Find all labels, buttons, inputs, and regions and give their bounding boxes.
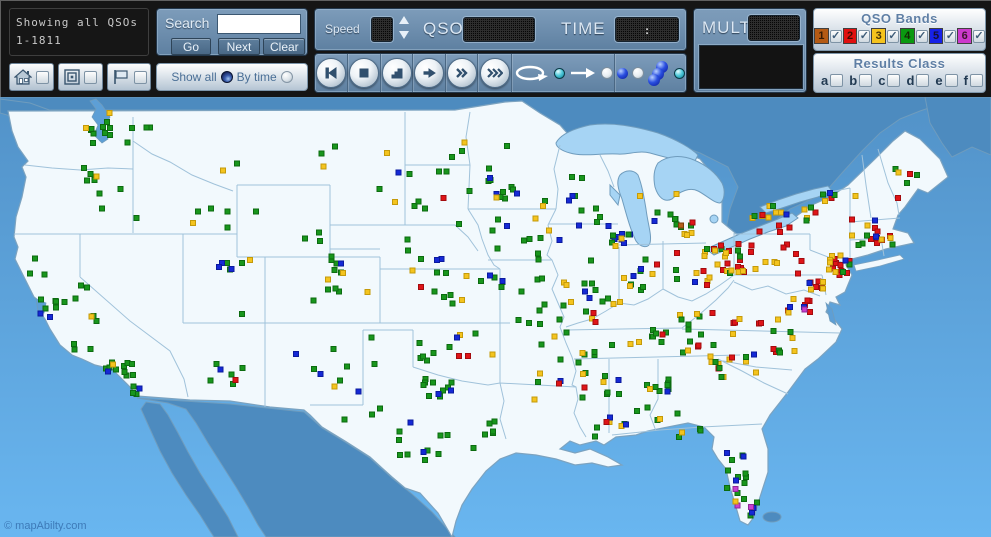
- skip-to-start-icon: [325, 67, 337, 79]
- class-d-label: d: [906, 73, 915, 88]
- search-label: Search: [165, 15, 210, 31]
- us-map-svg[interactable]: [0, 97, 991, 537]
- results-class-row: a b c d e f: [814, 73, 985, 88]
- clear-button[interactable]: Clear: [263, 38, 305, 55]
- fastest-forward-icon: [486, 68, 503, 78]
- qso-bands-panel: QSO Bands 1 ✓ 2 ✓ 3 ✓ 4 ✓ 5 ✓ 6 ✓: [813, 8, 986, 51]
- trail-mode-radio[interactable]: [673, 67, 685, 79]
- flag-layer-toggle[interactable]: [107, 63, 151, 91]
- play-button[interactable]: [414, 58, 445, 88]
- speed-display: [371, 17, 393, 42]
- search-panel: Search Go Next Clear: [156, 8, 308, 56]
- qso-display: [463, 17, 535, 42]
- qso-bands-row: 1 ✓ 2 ✓ 3 ✓ 4 ✓ 5 ✓ 6 ✓: [814, 28, 985, 44]
- skip-to-start-button[interactable]: [316, 58, 347, 88]
- fast-forward-button[interactable]: [446, 58, 477, 88]
- fast-forward-icon: [455, 68, 468, 78]
- flag-icon: [113, 70, 128, 84]
- home-layer-checkbox[interactable]: [36, 70, 49, 84]
- class-e-label: e: [935, 73, 943, 88]
- nested-squares-icon: [64, 69, 80, 85]
- class-f-label: f: [963, 73, 968, 88]
- results-class-title: Results Class: [853, 56, 946, 71]
- status-line1: Showing all QSOs: [16, 16, 138, 29]
- flag-layer-checkbox[interactable]: [133, 70, 147, 84]
- mult-list[interactable]: [699, 45, 803, 89]
- play-arrow-icon: [423, 68, 437, 78]
- qso-label: QSO: [423, 19, 464, 38]
- band-6-checkbox[interactable]: ✓: [973, 29, 985, 43]
- go-button[interactable]: Go: [171, 38, 211, 55]
- stop-icon: [359, 68, 369, 78]
- mapability-app: Showing all QSOs 1-1811 Search Go Next C…: [0, 0, 991, 537]
- grid-layer-checkbox[interactable]: [84, 70, 97, 84]
- bahamas-island: [762, 511, 782, 523]
- qso-status-display: Showing all QSOs 1-1811: [9, 8, 149, 56]
- view-mode-panel: Show all By time: [156, 63, 308, 91]
- single-dot-mode-icon: [616, 67, 628, 79]
- step-history-button[interactable]: [381, 58, 412, 88]
- lake-st-clair: [709, 214, 719, 224]
- band-5-checkbox[interactable]: ✓: [944, 29, 957, 43]
- class-a-label: a: [821, 73, 829, 88]
- next-button[interactable]: Next: [218, 38, 260, 55]
- status-line2: 1-1811: [16, 33, 62, 47]
- playback-panel: [314, 53, 687, 93]
- qso-map[interactable]: © mapAbilty.com: [0, 97, 991, 537]
- toolbar: Showing all QSOs 1-1811 Search Go Next C…: [0, 0, 991, 97]
- loop-mode-icon: [515, 65, 549, 81]
- time-label: TIME: [561, 19, 606, 38]
- band-1-checkbox[interactable]: ✓: [829, 29, 842, 43]
- class-c-checkbox[interactable]: [887, 74, 901, 87]
- speed-up-button[interactable]: [399, 16, 411, 27]
- speed-label: Speed: [325, 22, 360, 36]
- mult-display: [748, 15, 800, 41]
- band-3-checkbox[interactable]: ✓: [887, 29, 899, 43]
- steps-icon: [391, 68, 403, 79]
- band-1-swatch: 1: [814, 28, 829, 44]
- class-b-label: b: [849, 73, 858, 88]
- stop-button[interactable]: [349, 58, 380, 88]
- by-time-label: By time: [236, 70, 277, 84]
- single-dot-mode-radio[interactable]: [631, 67, 644, 79]
- mult-label: MULT: [702, 18, 752, 37]
- band-4-swatch: 4: [900, 28, 915, 44]
- grid-layer-toggle[interactable]: [58, 63, 103, 91]
- speed-qso-time-panel: Speed QSO TIME :: [314, 8, 687, 51]
- class-a-checkbox[interactable]: [830, 74, 844, 87]
- show-all-label: Show all: [171, 70, 217, 84]
- results-class-panel: Results Class a b c d e f: [813, 53, 986, 93]
- loop-mode-radio[interactable]: [554, 67, 566, 79]
- mult-panel: MULT: [693, 8, 807, 93]
- speed-down-button[interactable]: [399, 31, 411, 42]
- search-input[interactable]: [217, 14, 301, 34]
- fastest-forward-button[interactable]: [479, 58, 510, 88]
- oneway-mode-icon: [571, 68, 596, 78]
- class-d-checkbox[interactable]: [916, 74, 930, 87]
- class-e-checkbox[interactable]: [944, 74, 958, 87]
- trail-mode-icon: [647, 61, 670, 86]
- band-2-swatch: 2: [842, 28, 858, 44]
- show-all-radio[interactable]: [220, 71, 233, 83]
- band-3-swatch: 3: [871, 28, 887, 44]
- qso-bands-title: QSO Bands: [861, 11, 938, 26]
- band-6-swatch: 6: [957, 28, 972, 44]
- by-time-radio[interactable]: [280, 71, 293, 83]
- oneway-mode-radio[interactable]: [601, 67, 614, 79]
- class-f-checkbox[interactable]: [969, 74, 983, 87]
- house-icon: [14, 69, 32, 85]
- band-2-checkbox[interactable]: ✓: [858, 29, 871, 43]
- home-layer-toggle[interactable]: [9, 63, 54, 91]
- map-copyright: © mapAbilty.com: [4, 520, 87, 532]
- time-display: :: [615, 17, 679, 42]
- class-c-label: c: [878, 73, 886, 88]
- band-4-checkbox[interactable]: ✓: [915, 29, 928, 43]
- class-b-checkbox[interactable]: [859, 74, 873, 87]
- band-5-swatch: 5: [928, 28, 944, 44]
